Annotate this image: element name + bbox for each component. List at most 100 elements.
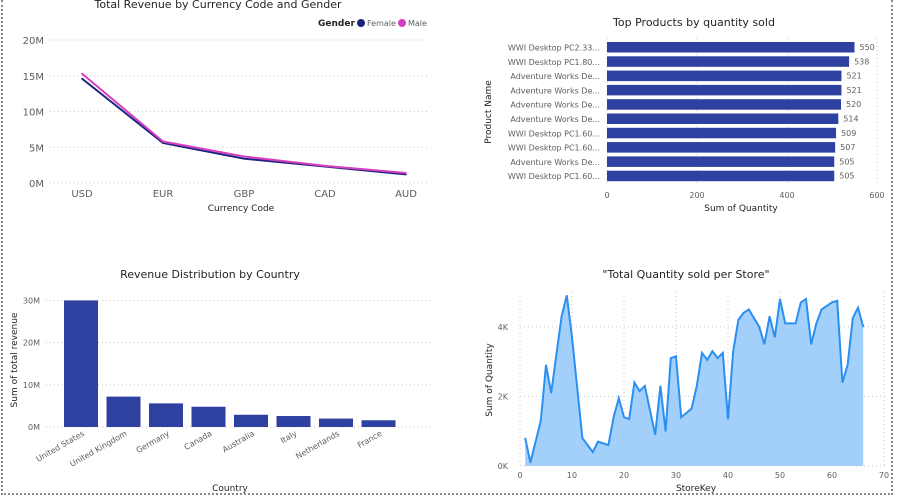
data-point bbox=[847, 364, 849, 366]
bar bbox=[106, 396, 141, 427]
y-tick-label: WWI Desktop PC1.80... bbox=[508, 58, 600, 67]
data-point bbox=[841, 381, 843, 384]
data-label: 505 bbox=[839, 172, 854, 181]
y-tick-label: 2K bbox=[498, 392, 509, 401]
y-tick-label: 10M bbox=[23, 108, 44, 119]
top-products-chart[interactable]: Top Products by quantity sold Product Na… bbox=[450, 0, 895, 230]
data-label: 521 bbox=[846, 72, 861, 81]
data-point bbox=[81, 72, 83, 75]
data-label: 514 bbox=[843, 115, 858, 124]
data-point bbox=[831, 301, 833, 304]
bar bbox=[607, 113, 839, 124]
data-point bbox=[555, 354, 557, 356]
data-point bbox=[743, 312, 745, 314]
legend-male-marker bbox=[398, 19, 406, 27]
x-tick-label: 50 bbox=[775, 471, 785, 480]
data-point bbox=[623, 416, 625, 418]
bar bbox=[607, 84, 842, 96]
data-label: 521 bbox=[846, 86, 861, 95]
bar bbox=[234, 414, 268, 427]
x-axis-label: Country bbox=[212, 484, 248, 494]
bar bbox=[607, 99, 841, 110]
data-point bbox=[607, 444, 609, 446]
data-point bbox=[566, 294, 568, 297]
data-point bbox=[561, 315, 563, 317]
data-point bbox=[654, 434, 656, 436]
data-point bbox=[706, 359, 708, 361]
y-tick-label: Adventure Works De... bbox=[510, 86, 600, 95]
data-point bbox=[748, 308, 750, 310]
data-point bbox=[800, 301, 802, 304]
data-point bbox=[639, 390, 641, 392]
legend-title: Gender bbox=[318, 19, 355, 29]
quantity-per-store-chart[interactable]: "Total Quantity sold per Store" Sum of Q… bbox=[450, 260, 895, 500]
data-point bbox=[852, 317, 854, 319]
series-line-female bbox=[81, 77, 407, 176]
y-tick-label: Adventure Works De... bbox=[510, 158, 600, 167]
data-point bbox=[784, 322, 786, 324]
data-point bbox=[857, 307, 859, 309]
x-tick-label: 400 bbox=[779, 191, 794, 200]
data-point bbox=[665, 430, 667, 432]
y-tick-label: 5M bbox=[29, 143, 44, 154]
x-tick-label: Italy bbox=[279, 429, 299, 446]
legend-male-label: Male bbox=[408, 19, 427, 28]
x-axis-label: Currency Code bbox=[208, 204, 275, 214]
y-tick-label: 0K bbox=[498, 462, 509, 471]
data-point bbox=[592, 451, 594, 453]
data-point bbox=[324, 165, 326, 167]
x-tick-label: 70 bbox=[879, 471, 889, 480]
data-label: 509 bbox=[841, 129, 856, 138]
data-point bbox=[628, 418, 630, 420]
legend-female-label: Female bbox=[367, 19, 396, 28]
bar bbox=[361, 420, 396, 427]
bar bbox=[319, 418, 353, 427]
x-tick-label: Australia bbox=[221, 429, 256, 455]
y-tick-label: WWI Desktop PC1.60... bbox=[508, 172, 600, 181]
data-label: 538 bbox=[854, 57, 869, 66]
data-label: 505 bbox=[839, 157, 854, 166]
y-tick-label: 15M bbox=[23, 72, 44, 83]
data-label: 520 bbox=[846, 100, 861, 109]
revenue-by-currency-chart[interactable]: Total Revenue by Currency Code and Gende… bbox=[0, 0, 450, 230]
data-point bbox=[701, 352, 703, 354]
x-tick-label: 0 bbox=[604, 191, 609, 200]
y-tick-label: WWI Desktop PC2.33... bbox=[508, 44, 600, 53]
y-tick-label: 0M bbox=[28, 423, 40, 432]
bar bbox=[607, 56, 850, 67]
data-point bbox=[659, 385, 661, 387]
y-tick-label: 10M bbox=[23, 381, 40, 390]
y-tick-label: Adventure Works De... bbox=[510, 72, 600, 81]
data-point bbox=[821, 308, 823, 310]
data-point bbox=[737, 319, 739, 321]
data-point bbox=[722, 352, 724, 354]
y-tick-label: WWI Desktop PC1.60... bbox=[508, 144, 600, 153]
x-tick-label: 30 bbox=[671, 471, 681, 480]
chart-title: Top Products by quantity sold bbox=[612, 16, 775, 29]
data-point bbox=[81, 77, 83, 80]
data-point bbox=[618, 397, 620, 399]
data-point bbox=[732, 350, 734, 352]
x-tick-label: 600 bbox=[869, 191, 884, 200]
data-point bbox=[774, 336, 776, 338]
x-axis-label: Sum of Quantity bbox=[704, 204, 778, 214]
data-point bbox=[862, 326, 864, 328]
data-point bbox=[597, 441, 599, 443]
revenue-by-country-chart[interactable]: Revenue Distribution by Country Sum of t… bbox=[0, 260, 450, 500]
data-point bbox=[162, 140, 164, 143]
bar bbox=[191, 406, 226, 427]
chart-title: "Total Quantity sold per Store" bbox=[602, 268, 769, 281]
bar bbox=[276, 416, 311, 427]
x-axis-label: StoreKey bbox=[676, 484, 717, 494]
data-point bbox=[758, 326, 760, 328]
x-tick-label: EUR bbox=[153, 189, 174, 200]
data-point bbox=[633, 381, 635, 384]
y-tick-label: 0M bbox=[29, 179, 44, 190]
y-tick-label: 20M bbox=[23, 339, 40, 348]
data-point bbox=[805, 298, 807, 300]
y-tick-label: Adventure Works De... bbox=[510, 101, 600, 110]
legend-female-marker bbox=[357, 19, 365, 27]
y-axis-label: Sum of Quantity bbox=[485, 343, 495, 417]
data-label: 550 bbox=[860, 43, 875, 52]
bar bbox=[607, 142, 836, 153]
